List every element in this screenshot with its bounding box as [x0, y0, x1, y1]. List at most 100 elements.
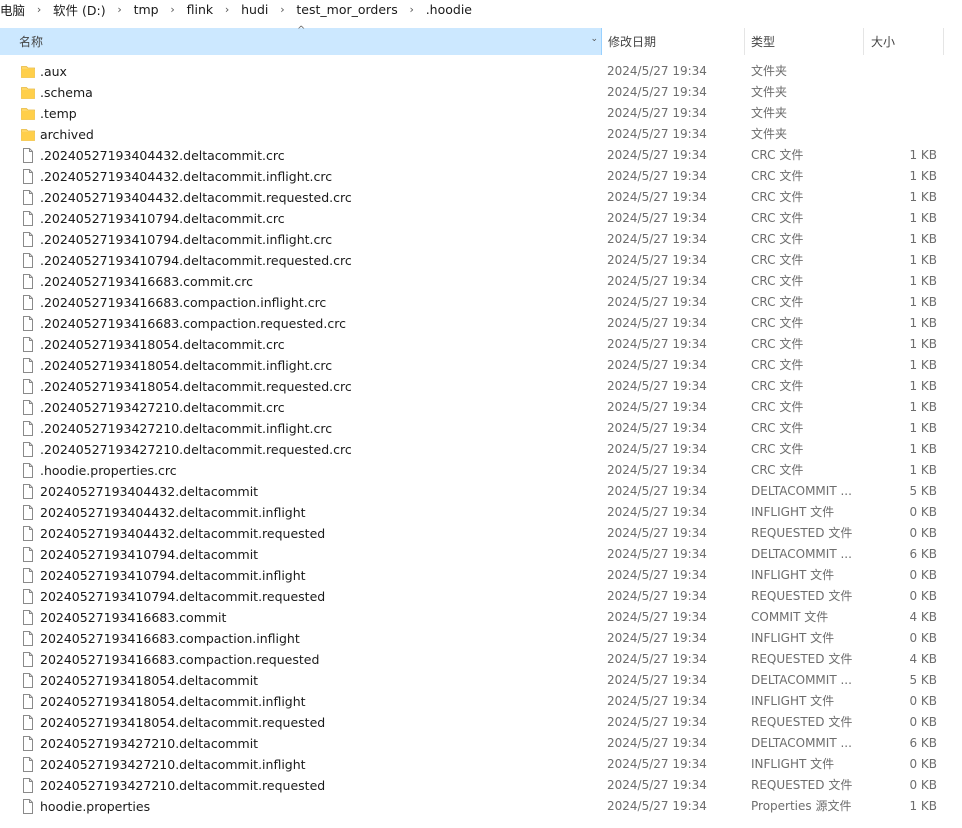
file-type: INFLIGHT 文件 [751, 757, 835, 771]
file-date: 2024/5/27 19:34 [607, 694, 707, 708]
file-date: 2024/5/27 19:34 [607, 379, 707, 393]
file-date: 2024/5/27 19:34 [607, 400, 707, 414]
file-date: 2024/5/27 19:34 [607, 589, 707, 603]
file-icon [21, 484, 35, 499]
chevron-right-icon[interactable]: › [268, 3, 296, 16]
file-name: 20240527193404432.deltacommit [40, 484, 259, 499]
list-item[interactable]: 20240527193416683.compaction.requested 20… [0, 649, 962, 670]
file-size: 5 KB [909, 673, 937, 687]
file-icon [21, 799, 35, 814]
file-name: archived [40, 127, 94, 142]
file-size: 1 KB [909, 274, 937, 288]
file-size: 0 KB [909, 568, 937, 582]
list-item[interactable]: 20240527193418054.deltacommit.requested 2… [0, 712, 962, 733]
file-date: 2024/5/27 19:34 [607, 274, 707, 288]
chevron-down-icon[interactable]: ⌄ [590, 34, 598, 44]
breadcrumb-item[interactable]: 软件 (D:) [53, 0, 106, 19]
file-type: CRC 文件 [751, 316, 804, 330]
list-item[interactable]: .20240527193404432.deltacommit.inflight.… [0, 166, 962, 187]
list-item[interactable]: hoodie.properties 2024/5/27 19:34 Properti… [0, 796, 962, 817]
list-item[interactable]: 20240527193427210.deltacommit.inflight 20… [0, 754, 962, 775]
chevron-right-icon[interactable]: › [398, 3, 426, 16]
list-item[interactable]: 20240527193410794.deltacommit 2024/5/27 1… [0, 544, 962, 565]
file-icon [21, 379, 35, 394]
list-item[interactable]: 20240527193427210.deltacommit 2024/5/27 1… [0, 733, 962, 754]
list-item[interactable]: .temp 2024/5/27 19:34 文件夹 [0, 103, 962, 124]
file-date: 2024/5/27 19:34 [607, 358, 707, 372]
list-item[interactable]: .20240527193418054.deltacommit.crc 2024/5… [0, 334, 962, 355]
list-item[interactable]: .20240527193404432.deltacommit.requested… [0, 187, 962, 208]
file-type: CRC 文件 [751, 148, 804, 162]
breadcrumb-item[interactable]: hudi [241, 2, 268, 17]
list-item[interactable]: .aux 2024/5/27 19:34 文件夹 [0, 61, 962, 82]
list-item[interactable]: .20240527193416683.compaction.requested.… [0, 313, 962, 334]
file-icon [21, 358, 35, 373]
file-type: CRC 文件 [751, 379, 804, 393]
chevron-right-icon[interactable]: › [213, 3, 241, 16]
file-date: 2024/5/27 19:34 [607, 505, 707, 519]
column-header-size[interactable]: 大小 [864, 28, 944, 55]
folder-icon [21, 127, 35, 142]
list-item[interactable]: .20240527193410794.deltacommit.crc 2024/5… [0, 208, 962, 229]
breadcrumb-item[interactable]: test_mor_orders [296, 2, 397, 17]
file-icon [21, 715, 35, 730]
chevron-right-icon[interactable]: › [159, 3, 187, 16]
file-type: INFLIGHT 文件 [751, 694, 835, 708]
file-size: 0 KB [909, 526, 937, 540]
list-item[interactable]: 20240527193416683.commit 2024/5/27 19:34 C… [0, 607, 962, 628]
file-name: .20240527193418054.deltacommit.inflight.… [40, 358, 333, 373]
list-item[interactable]: .20240527193427210.deltacommit.crc 2024/5… [0, 397, 962, 418]
file-icon [21, 400, 35, 415]
list-item[interactable]: .schema 2024/5/27 19:34 文件夹 [0, 82, 962, 103]
list-item[interactable]: 20240527193410794.deltacommit.inflight 20… [0, 565, 962, 586]
file-type: 文件夹 [751, 127, 788, 141]
list-item[interactable]: 20240527193418054.deltacommit.inflight 20… [0, 691, 962, 712]
list-item[interactable]: .20240527193404432.deltacommit.crc 2024/5… [0, 145, 962, 166]
list-item[interactable]: 20240527193418054.deltacommit 2024/5/27 1… [0, 670, 962, 691]
list-item[interactable]: .20240527193427210.deltacommit.requested… [0, 439, 962, 460]
file-icon [21, 610, 35, 625]
list-item[interactable]: .20240527193410794.deltacommit.inflight.… [0, 229, 962, 250]
list-item[interactable]: 20240527193427210.deltacommit.requested 2… [0, 775, 962, 796]
column-header-type[interactable]: 类型 [745, 28, 864, 55]
file-date: 2024/5/27 19:34 [607, 127, 707, 141]
list-item[interactable]: .hoodie.properties.crc 2024/5/27 19:34 CRC… [0, 460, 962, 481]
list-item[interactable]: .20240527193416683.commit.crc 2024/5/27 1… [0, 271, 962, 292]
file-date: 2024/5/27 19:34 [607, 463, 707, 477]
list-item[interactable]: .20240527193427210.deltacommit.inflight.… [0, 418, 962, 439]
chevron-right-icon[interactable]: › [106, 3, 134, 16]
file-name: 20240527193418054.deltacommit [40, 673, 259, 688]
list-item[interactable]: 20240527193404432.deltacommit 2024/5/27 1… [0, 481, 962, 502]
file-name: .20240527193416683.compaction.requested.… [40, 316, 346, 331]
column-header-date[interactable]: 修改日期 [602, 28, 745, 55]
list-item[interactable]: 20240527193404432.deltacommit.requested 2… [0, 523, 962, 544]
file-size: 1 KB [909, 211, 937, 225]
breadcrumb-item[interactable]: 电脑 [0, 0, 25, 19]
file-size: 1 KB [909, 232, 937, 246]
file-icon [21, 547, 35, 562]
file-date: 2024/5/27 19:34 [607, 778, 707, 792]
list-item[interactable]: 20240527193404432.deltacommit.inflight 20… [0, 502, 962, 523]
list-item[interactable]: .20240527193418054.deltacommit.requested… [0, 376, 962, 397]
chevron-right-icon[interactable]: › [25, 3, 53, 16]
file-type: REQUESTED 文件 [751, 778, 853, 792]
list-item[interactable]: 20240527193410794.deltacommit.requested 2… [0, 586, 962, 607]
breadcrumb-item[interactable]: tmp [134, 2, 159, 17]
file-icon [21, 505, 35, 520]
list-item[interactable]: 20240527193416683.compaction.inflight 202… [0, 628, 962, 649]
list-item[interactable]: archived 2024/5/27 19:34 文件夹 [0, 124, 962, 145]
file-icon [21, 211, 35, 226]
column-header-type-label: 类型 [751, 35, 776, 49]
list-item[interactable]: .20240527193418054.deltacommit.inflight.… [0, 355, 962, 376]
breadcrumb-item[interactable]: .hoodie [426, 2, 472, 17]
column-header-name[interactable]: ^ 名称 ⌄ [0, 25, 602, 55]
file-date: 2024/5/27 19:34 [607, 757, 707, 771]
file-name: 20240527193416683.compaction.requested [40, 652, 320, 667]
list-item[interactable]: .20240527193416683.compaction.inflight.c… [0, 292, 962, 313]
file-icon [21, 568, 35, 583]
file-icon [21, 190, 35, 205]
breadcrumb-item[interactable]: flink [187, 2, 214, 17]
list-item[interactable]: .20240527193410794.deltacommit.requested… [0, 250, 962, 271]
file-date: 2024/5/27 19:34 [607, 211, 707, 225]
file-size: 1 KB [909, 253, 937, 267]
